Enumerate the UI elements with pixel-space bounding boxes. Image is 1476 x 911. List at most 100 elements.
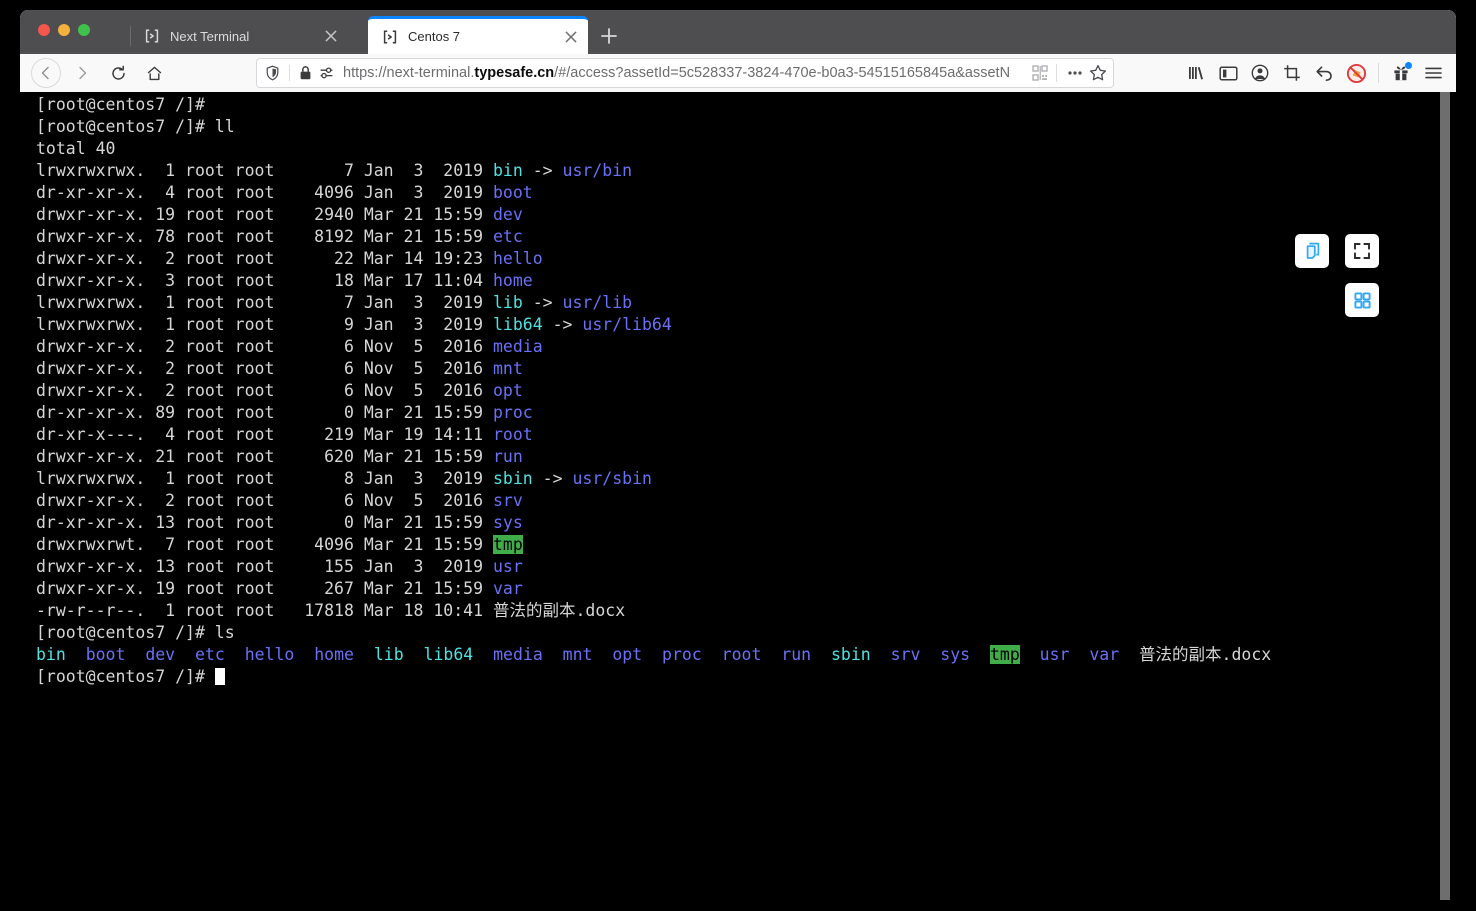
menu-button[interactable] xyxy=(1418,58,1448,88)
listing-filename: bin xyxy=(492,161,523,180)
fullscreen-button[interactable] xyxy=(1345,234,1379,268)
ls-entry: bin xyxy=(36,645,66,664)
forward-arrow-icon xyxy=(79,66,87,80)
copy-paste-button[interactable] xyxy=(1295,234,1329,268)
listing-filename: var xyxy=(492,579,523,598)
ls-entry: srv xyxy=(890,645,921,664)
listing-gap xyxy=(473,645,493,664)
copy-icon xyxy=(1306,242,1320,259)
reload-button[interactable] xyxy=(103,58,133,88)
browser-toolbar-icons xyxy=(1181,58,1448,88)
gift-button[interactable] xyxy=(1386,58,1416,88)
listing-metadata: drwxr-xr-x. 3 root root 18 Mar 17 11:04 xyxy=(36,271,493,290)
ls-entry: mnt xyxy=(562,645,593,664)
listing-filename: root xyxy=(492,425,533,444)
listing-gap xyxy=(920,645,940,664)
minimize-window-button[interactable] xyxy=(58,24,70,36)
url-domain: typesafe.cn xyxy=(474,65,555,81)
more-actions-icon[interactable] xyxy=(1065,65,1085,81)
listing-symlink-target: usr/sbin xyxy=(572,469,652,488)
terminal-line-text: [root@centos7 /]# ll xyxy=(36,117,235,136)
tab-next-terminal[interactable]: Next Terminal xyxy=(130,18,348,54)
listing-gap xyxy=(225,645,245,664)
ls-entry: var xyxy=(1089,645,1120,664)
terminal-viewport[interactable]: [root@centos7 /]# [root@centos7 /]# ll tot… xyxy=(20,92,1456,900)
browser-window: Next Terminal Centos 7 https://next-term… xyxy=(0,0,1476,911)
listing-metadata: dr-xr-x---. 4 root root 219 Mar 19 14:11 xyxy=(36,425,493,444)
close-window-button[interactable] xyxy=(38,24,50,36)
close-icon[interactable] xyxy=(322,27,340,45)
ls-entry: home xyxy=(314,645,354,664)
listing-metadata: drwxr-xr-x. 78 root root 8192 Mar 21 15:… xyxy=(36,227,493,246)
tab-strip: Next Terminal Centos 7 xyxy=(20,10,1456,54)
ls-entry: sys xyxy=(940,645,971,664)
terminal-prompt-line: [root@centos7 /]# xyxy=(36,94,1271,116)
screenshot-button[interactable] xyxy=(1277,58,1307,88)
address-bar[interactable]: https://next-terminal.typesafe.cn/#/acce… xyxy=(256,58,1114,88)
listing-gap xyxy=(642,645,662,664)
ls-entry: etc xyxy=(195,645,225,664)
icon-divider xyxy=(1056,64,1057,82)
ls-entry: sbin xyxy=(830,645,871,664)
listing-filename: boot xyxy=(492,183,533,202)
icon-divider xyxy=(289,65,290,81)
listing-gap xyxy=(543,645,563,664)
listing-metadata: lrwxrwxrwx. 1 root root 9 Jan 3 2019 xyxy=(36,315,493,334)
terminal-listing-row: dr-xr-xr-x. 4 root root 4096 Jan 3 2019 … xyxy=(36,182,1271,204)
sidebar-button[interactable] xyxy=(1213,58,1243,88)
terminal-listing-row: drwxr-xr-x. 19 root root 267 Mar 21 15:5… xyxy=(36,578,1271,600)
bookmark-star-icon[interactable] xyxy=(1089,64,1107,82)
close-icon[interactable] xyxy=(562,28,580,46)
url-subdomain: next-terminal. xyxy=(386,65,475,81)
home-button[interactable] xyxy=(139,58,169,88)
listing-gap xyxy=(1020,645,1040,664)
back-button[interactable] xyxy=(31,58,61,88)
listing-filename: usr xyxy=(492,557,523,576)
listing-filename: dev xyxy=(492,205,523,224)
maximize-window-button[interactable] xyxy=(78,24,90,36)
ls-entry: lib xyxy=(373,645,404,664)
tab-centos-7[interactable]: Centos 7 xyxy=(368,16,588,54)
terminal-prompt-line: [root@centos7 /]# ls xyxy=(36,622,1271,644)
listing-metadata: -rw-r--r--. 1 root root 17818 Mar 18 10:… xyxy=(36,601,493,620)
lock-icon[interactable] xyxy=(299,65,312,81)
listing-filename: opt xyxy=(492,381,523,400)
apps-grid-button[interactable] xyxy=(1345,283,1379,317)
adblock-button[interactable] xyxy=(1341,58,1371,88)
terminal-listing-row: drwxr-xr-x. 2 root root 22 Mar 14 19:23 … xyxy=(36,248,1271,270)
home-icon xyxy=(147,66,161,80)
ls-entry: root xyxy=(721,645,762,664)
notification-badge xyxy=(1405,62,1412,69)
brackets-icon xyxy=(145,29,159,43)
shield-icon[interactable] xyxy=(265,65,280,81)
ls-entry: boot xyxy=(85,645,126,664)
account-button[interactable] xyxy=(1245,58,1275,88)
listing-symlink-arrow: -> xyxy=(542,315,583,334)
terminal-listing-row: lrwxrwxrwx. 1 root root 9 Jan 3 2019 lib… xyxy=(36,314,1271,336)
scrollbar-thumb[interactable] xyxy=(1440,92,1450,900)
tab-title: Next Terminal xyxy=(170,28,250,44)
terminal-scrollbar[interactable] xyxy=(1440,92,1450,900)
url-text[interactable]: https://next-terminal.typesafe.cn/#/acce… xyxy=(343,65,1032,81)
listing-symlink-arrow: -> xyxy=(522,293,563,312)
listing-filename: etc xyxy=(492,227,523,246)
terminal-listing-row: lrwxrwxrwx. 1 root root 8 Jan 3 2019 sbi… xyxy=(36,468,1271,490)
listing-filename: lib64 xyxy=(492,315,543,334)
window-traffic-lights xyxy=(38,24,90,36)
terminal-cursor xyxy=(214,668,225,685)
terminal-active-prompt: [root@centos7 /]# xyxy=(36,666,1271,688)
library-button[interactable] xyxy=(1181,58,1211,88)
qr-code-icon[interactable] xyxy=(1032,65,1048,81)
brackets-icon xyxy=(383,29,397,44)
terminal-line-text: total 40 xyxy=(36,139,116,158)
terminal-listing-row: drwxr-xr-x. 2 root root 6 Nov 5 2016 mnt xyxy=(36,358,1271,380)
listing-metadata: dr-xr-xr-x. 89 root root 0 Mar 21 15:59 xyxy=(36,403,493,422)
new-tab-button[interactable] xyxy=(598,25,620,47)
listing-metadata: drwxr-xr-x. 2 root root 22 Mar 14 19:23 xyxy=(36,249,493,268)
permissions-icon[interactable] xyxy=(319,65,334,81)
forward-button[interactable] xyxy=(67,58,97,88)
listing-metadata: lrwxrwxrwx. 1 root root 7 Jan 3 2019 xyxy=(36,161,493,180)
listing-filename: srv xyxy=(492,491,523,510)
undo-button[interactable] xyxy=(1309,58,1339,88)
address-bar-left-icons xyxy=(265,65,334,81)
